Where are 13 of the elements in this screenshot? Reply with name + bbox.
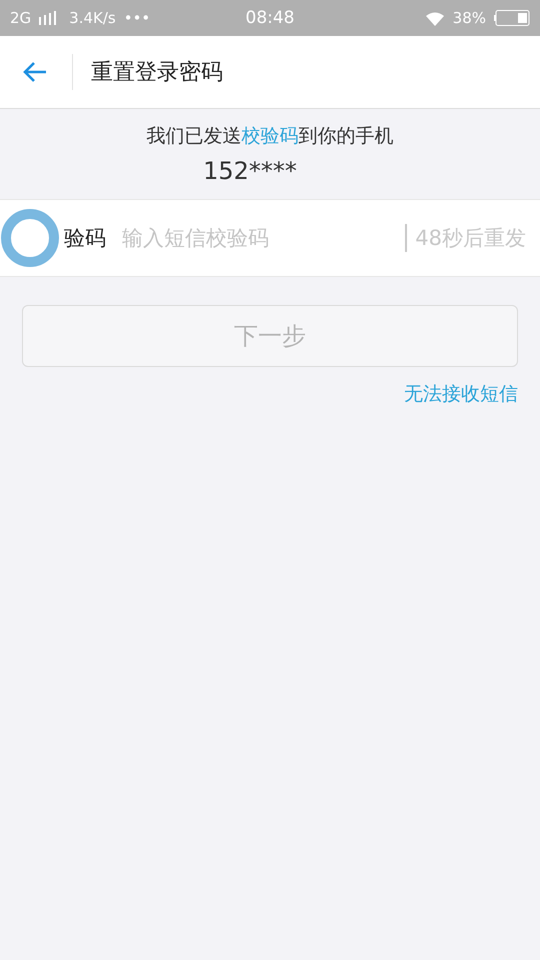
page-title: 重置登录密码	[91, 59, 223, 87]
code-label: 验码	[64, 225, 106, 252]
notice-text: 我们已发送校验码到你的手机	[146, 124, 394, 149]
phone-number: 152****	[203, 157, 297, 185]
code-input-field[interactable]: 输入短信校验码	[120, 225, 406, 251]
wifi-icon	[424, 10, 445, 26]
battery-icon	[494, 10, 530, 26]
network-type: 2G	[10, 9, 32, 27]
network-speed: 3.4K/s	[69, 9, 116, 27]
battery-percent: 38%	[452, 9, 486, 27]
cannot-receive-sms-link[interactable]: 无法接收短信	[404, 381, 518, 407]
more-dots: •••	[124, 9, 150, 27]
clock-time: 08:48	[246, 8, 294, 28]
